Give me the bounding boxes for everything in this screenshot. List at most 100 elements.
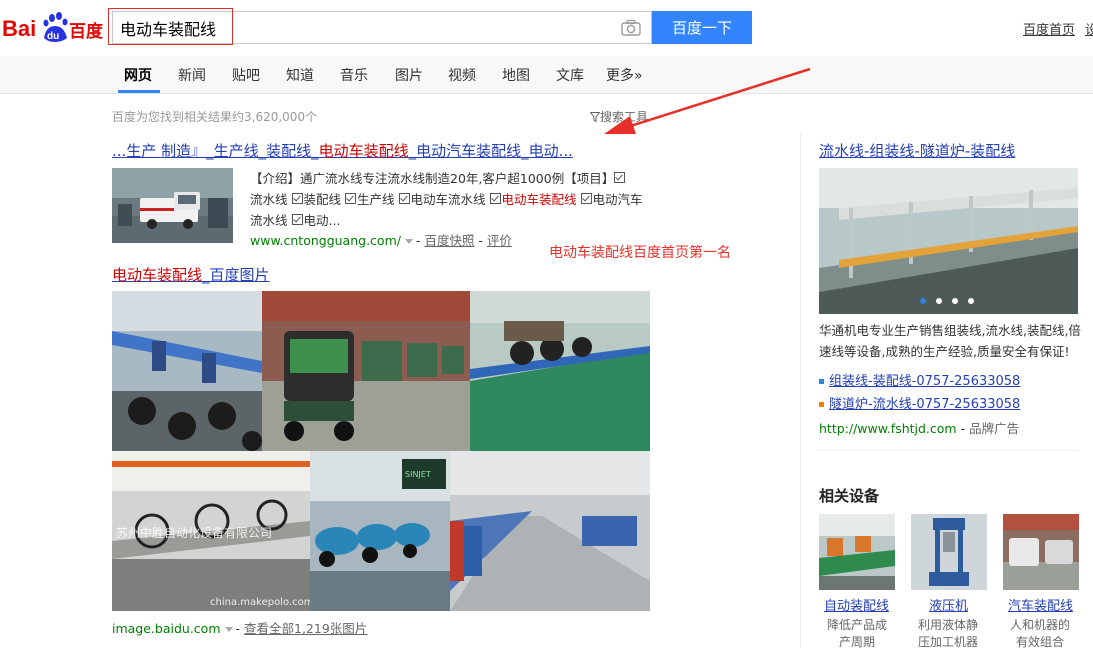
- logo-text-bai: Bai: [2, 16, 36, 41]
- separator: [819, 450, 1078, 451]
- checkbox-icon: [291, 193, 303, 204]
- carousel-dot-active[interactable]: [920, 298, 926, 304]
- ad-link-row-1: 组装线-装配线-0757-25633058: [819, 370, 1020, 389]
- camera-icon[interactable]: [621, 19, 641, 36]
- image-thumb-2[interactable]: [262, 291, 470, 451]
- ad-link-assembly[interactable]: 组装线-装配线-0757-25633058: [829, 374, 1020, 389]
- snippet-item-highlight: 电动车装配线: [501, 192, 577, 207]
- tab-map[interactable]: 地图: [502, 65, 530, 85]
- sign-text: SINJET: [405, 470, 431, 479]
- image-thumb-3[interactable]: [470, 291, 650, 451]
- checkbox-icon: [580, 193, 592, 204]
- side-divider: [800, 132, 801, 648]
- related-desc-line: 利用液体静: [917, 618, 978, 632]
- images-title-rest: _百度图片: [202, 266, 270, 284]
- image-grid: 苏州中胜自动化设备有限公司 china.makepolo.com SINJET: [112, 291, 650, 611]
- checkbox-icon: [345, 193, 356, 204]
- search-button[interactable]: 百度一下: [652, 11, 752, 44]
- tab-wenku[interactable]: 文库: [556, 65, 584, 85]
- related-name-car-assembly[interactable]: 汽车装配线: [1008, 595, 1073, 614]
- settings-link[interactable]: 设: [1085, 19, 1093, 38]
- tab-music[interactable]: 音乐: [340, 65, 368, 85]
- snippet-item: 电动车流水线: [410, 192, 486, 207]
- tab-zhidao[interactable]: 知道: [286, 65, 314, 85]
- tab-bar: [0, 56, 1093, 94]
- related-desc-line: 压加工机器: [917, 635, 978, 649]
- related-heading: 相关设备: [819, 487, 880, 505]
- checkbox-icon: [614, 172, 626, 183]
- image-watermark-2: china.makepolo.com: [210, 597, 313, 608]
- result1-title-part1: ...生产 制造』_生产线_装配线_: [112, 142, 319, 160]
- baidu-logo[interactable]: Bai du 百度: [2, 8, 104, 44]
- active-tab-indicator: [118, 90, 160, 93]
- related-desc-line: 有效组合: [1015, 635, 1064, 649]
- view-all-images-link[interactable]: 查看全部1,219张图片: [244, 621, 367, 636]
- ad-url[interactable]: http://www.fshtjd.com: [819, 421, 957, 436]
- ad-image[interactable]: [819, 168, 1078, 314]
- images-title-highlight: 电动车装配线: [112, 266, 203, 284]
- tab-tieba[interactable]: 贴吧: [232, 65, 260, 85]
- result1-title-link[interactable]: ...生产 制造』_生产线_装配线_电动车装配线_电动汽车装配线_电动...: [112, 140, 573, 161]
- tab-video[interactable]: 视频: [448, 65, 476, 85]
- ad-brand-label: 品牌广告: [969, 421, 1020, 436]
- snippet-item: 装配线: [303, 192, 342, 207]
- related-name-auto-assembly[interactable]: 自动装配线: [824, 595, 889, 614]
- result1-cache-link[interactable]: 百度快照: [424, 233, 474, 248]
- checkbox-icon: [291, 214, 303, 225]
- logo-text-du: du: [47, 31, 59, 42]
- image-thumb-1[interactable]: [112, 291, 262, 451]
- image-thumb-5[interactable]: SINJET: [310, 451, 450, 611]
- tab-web[interactable]: 网页: [124, 65, 152, 85]
- image-watermark-1: 苏州中胜自动化设备有限公司: [116, 525, 272, 540]
- image-thumb-4[interactable]: 苏州中胜自动化设备有限公司 china.makepolo.com: [112, 451, 313, 611]
- related-desc-hydraulic-press: 利用液体静压加工机器: [908, 617, 988, 651]
- result1-thumbnail[interactable]: [112, 168, 233, 243]
- result1-review-link[interactable]: 评价: [487, 233, 512, 248]
- checkbox-icon: [398, 193, 410, 204]
- ad-link-row-2: 隧道炉-流水线-0757-25633058: [819, 393, 1020, 412]
- carousel-dot[interactable]: [936, 298, 942, 304]
- carousel-dot[interactable]: [968, 298, 974, 304]
- paw-icon: du: [43, 12, 68, 42]
- snippet-item: 生产线: [357, 192, 395, 207]
- snippet-item: 电动...: [303, 213, 341, 228]
- ad-link-tunnel[interactable]: 隧道炉-流水线-0757-25633058: [829, 397, 1020, 412]
- result-count: 百度为您找到相关结果约3,620,000个: [112, 110, 318, 124]
- tab-news[interactable]: 新闻: [178, 65, 206, 85]
- logo-text-baidu-cn: 百度: [69, 21, 104, 42]
- images-title-link[interactable]: 电动车装配线_百度图片: [112, 264, 270, 285]
- dropdown-arrow-icon[interactable]: [404, 239, 413, 244]
- carousel-dot[interactable]: [952, 298, 958, 304]
- query-highlight-box: [108, 8, 233, 45]
- annotation-text: 电动车装配线百度首页第一名: [549, 245, 731, 261]
- image-thumb-6[interactable]: [450, 451, 650, 611]
- related-desc-line: 降低产品成: [826, 618, 887, 632]
- bullet-icon: [819, 402, 824, 407]
- result1-title-part3: _电动汽车装配线_电动...: [408, 142, 573, 160]
- tab-images[interactable]: 图片: [395, 65, 423, 85]
- related-desc-line: 人和机器的: [1009, 618, 1070, 632]
- related-desc-auto-assembly: 降低产品成 产周期: [817, 617, 897, 651]
- result1-snippet: 【介绍】通广流水线专注流水线制造20年,客户超1000例【项目】 流水线 装配线…: [250, 168, 650, 231]
- bullet-icon: [819, 379, 824, 384]
- ad-url-row: http://www.fshtjd.com - 品牌广告: [819, 421, 1020, 436]
- related-desc-car-assembly: 人和机器的 有效组合: [1000, 617, 1080, 651]
- snippet-item: 流水线: [250, 192, 288, 207]
- result1-url-row: www.cntongguang.com/- 百度快照 - 评价: [250, 233, 512, 248]
- result1-url[interactable]: www.cntongguang.com/: [250, 233, 401, 248]
- result1-title-highlight: 电动车装配线: [318, 142, 409, 160]
- related-thumb-car-assembly[interactable]: [1003, 514, 1079, 590]
- ad-title-link[interactable]: 流水线-组装线-隧道炉-装配线: [819, 140, 1015, 161]
- ad-description: 华通机电专业生产销售组装线,流水线,装配线,倍速线等设备,成熟的生产经验,质量安…: [819, 323, 1081, 359]
- related-name-hydraulic-press[interactable]: 液压机: [929, 595, 968, 614]
- related-thumb-assembly-line[interactable]: [819, 514, 895, 590]
- related-thumb-hydraulic-press[interactable]: [911, 514, 987, 590]
- dropdown-arrow-icon[interactable]: [224, 627, 233, 632]
- images-url-row: image.baidu.com - 查看全部1,219张图片: [112, 621, 368, 636]
- images-url[interactable]: image.baidu.com: [112, 621, 221, 636]
- baidu-home-link[interactable]: 百度首页: [1023, 19, 1075, 38]
- result1-snippet-intro: 【介绍】通广流水线专注流水线制造20年,客户超1000例【项目】: [250, 171, 615, 186]
- filter-icon: [589, 112, 601, 123]
- related-desc-line: 产周期: [838, 635, 875, 649]
- checkbox-icon: [489, 193, 501, 204]
